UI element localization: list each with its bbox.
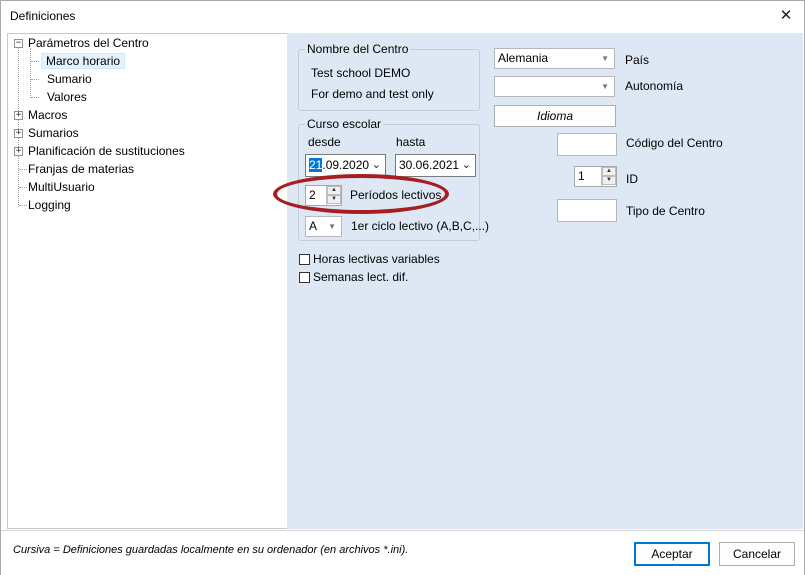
collapse-icon[interactable]: −	[14, 39, 23, 48]
tree-line	[31, 79, 39, 80]
school-code-label: Código del Centro	[626, 136, 723, 150]
highlight-annotation	[273, 174, 449, 214]
school-code-input[interactable]	[557, 133, 617, 156]
window-title: Definiciones	[10, 9, 76, 23]
footer-note: Cursiva = Definiciones guardadas localme…	[13, 544, 409, 556]
expand-icon[interactable]: +	[14, 129, 23, 138]
tree-item-sumario[interactable]: Sumario	[47, 71, 92, 88]
expand-icon[interactable]: +	[14, 147, 23, 156]
chevron-down-icon[interactable]: ⌄	[462, 155, 471, 176]
tree-item-label: MultiUsuario	[28, 180, 95, 194]
tree-item-label: Marco horario	[41, 53, 126, 69]
weeks-checkbox[interactable]	[299, 272, 310, 283]
stepper-buttons: ▲ ▼	[601, 167, 616, 186]
first-cycle-select[interactable]: A ▼	[305, 216, 342, 237]
school-name: Test school DEMO	[311, 66, 411, 80]
tree-item-label: Planificación de sustituciones	[28, 144, 185, 158]
start-date-day[interactable]: 21	[309, 158, 323, 172]
tree-line	[31, 61, 39, 62]
tree-item-label: Franjas de materias	[28, 162, 135, 176]
tree-item-label: Sumario	[47, 72, 92, 86]
autonomy-select[interactable]: ▼	[494, 76, 615, 97]
tree-line	[31, 97, 39, 98]
settings-pane: Nombre del Centro Test school DEMO For d…	[287, 33, 803, 529]
tree-item-label: Valores	[47, 90, 87, 104]
group-title: Nombre del Centro	[305, 42, 411, 56]
autonomy-label: Autonomía	[625, 79, 684, 93]
tree-line	[19, 205, 27, 206]
tree-item-label: Macros	[28, 108, 68, 122]
caret-down-icon[interactable]: ▼	[328, 217, 336, 236]
spin-down-icon[interactable]: ▼	[602, 176, 616, 185]
school-type-label: Tipo de Centro	[626, 204, 705, 218]
tree-item-valores[interactable]: Valores	[47, 89, 87, 106]
school-type-input[interactable]	[557, 199, 617, 222]
tree-line	[30, 48, 31, 98]
first-cycle-label: 1er ciclo lectivo (A,B,C,...)	[351, 219, 490, 233]
tree-item-label: Parámetros del Centro	[28, 36, 149, 50]
title-bar: Definiciones ✕	[1, 1, 804, 32]
dialog-footer: Cursiva = Definiciones guardadas localme…	[1, 530, 804, 575]
id-label: ID	[626, 172, 638, 186]
id-value[interactable]: 1	[578, 169, 585, 183]
tree-item-label: Logging	[28, 198, 71, 212]
caret-down-icon[interactable]: ▼	[601, 49, 609, 68]
first-cycle-value: A	[309, 219, 318, 233]
weeks-label: Semanas lect. dif.	[313, 270, 409, 284]
tree-item-logging[interactable]: Logging	[28, 197, 71, 214]
variable-hours-checkbox[interactable]	[299, 254, 310, 265]
country-select[interactable]: Alemania ▼	[494, 48, 615, 69]
id-stepper[interactable]: 1 ▲ ▼	[574, 166, 617, 187]
variable-hours-label: Horas lectivas variables	[313, 252, 440, 266]
chevron-down-icon[interactable]: ⌄	[372, 155, 381, 176]
tree-line	[19, 187, 27, 188]
end-date-picker[interactable]: 30.06.2021 ⌄	[395, 154, 476, 177]
expand-icon[interactable]: +	[14, 111, 23, 120]
tree-item-label: Sumarios	[28, 126, 79, 140]
accept-button[interactable]: Aceptar	[634, 542, 710, 566]
from-label: desde	[308, 135, 341, 149]
tree-line	[19, 169, 27, 170]
spin-up-icon[interactable]: ▲	[602, 167, 616, 176]
caret-down-icon[interactable]: ▼	[601, 77, 609, 96]
end-date-value: 30.06.2021	[399, 158, 460, 172]
to-label: hasta	[396, 135, 426, 149]
tree-item-multiusuario[interactable]: MultiUsuario	[28, 179, 95, 196]
country-value: Alemania	[498, 51, 549, 65]
group-title: Curso escolar	[305, 117, 384, 131]
close-icon[interactable]: ✕	[774, 5, 798, 27]
start-date-rest: .09.2020	[322, 158, 370, 172]
definitions-dialog: Definiciones ✕ − Parámetros del Centro M…	[0, 0, 805, 575]
school-subtitle: For demo and test only	[311, 87, 434, 101]
language-button[interactable]: Idioma	[494, 105, 616, 127]
cancel-button[interactable]: Cancelar	[719, 542, 795, 566]
tree-item-franjas[interactable]: Franjas de materias	[28, 161, 134, 178]
tree-item-marco-horario[interactable]: Marco horario	[41, 53, 126, 70]
settings-tree: − Parámetros del Centro Marco horario Su…	[7, 33, 287, 529]
school-name-group: Nombre del Centro Test school DEMO For d…	[298, 42, 480, 111]
country-label: País	[625, 53, 650, 67]
